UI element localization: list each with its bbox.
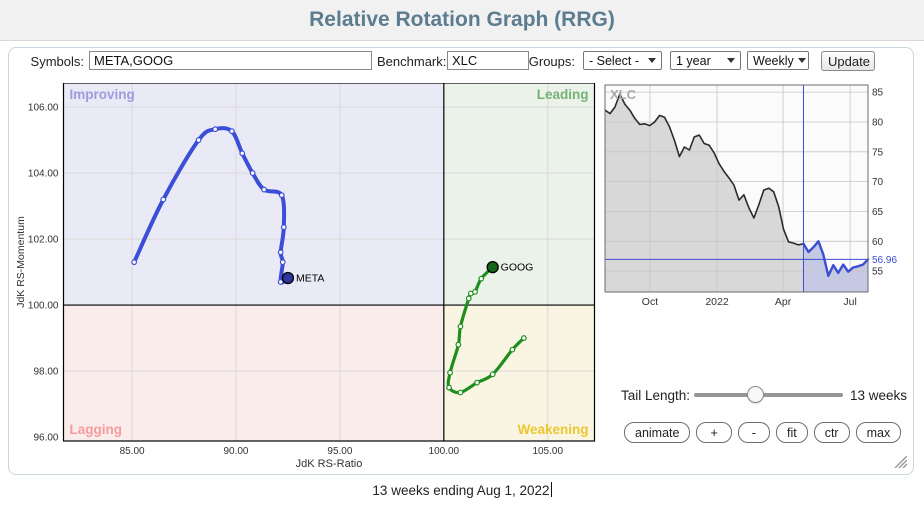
rrg-panel: Symbols: Benchmark: Groups: - Select - 1… [8, 47, 914, 475]
page-title: Relative Rotation Graph (RRG) [0, 0, 924, 40]
svg-text:Jul: Jul [843, 296, 856, 308]
symbols-input[interactable] [89, 51, 372, 70]
svg-text:80: 80 [872, 117, 884, 128]
max-button[interactable]: max [856, 422, 902, 443]
animate-button[interactable]: animate [624, 422, 690, 443]
svg-text:Apr: Apr [775, 296, 792, 308]
svg-text:55: 55 [872, 267, 884, 278]
svg-text:Leading: Leading [537, 87, 589, 102]
benchmark-mini-chart: XLC 55 60 65 70 75 80 85 56.96 Oct 2022 Apr Jul [600, 80, 898, 312]
groups-label: Groups: [523, 53, 575, 71]
svg-text:106.00: 106.00 [28, 103, 59, 114]
center-button[interactable]: ctr [814, 422, 850, 443]
svg-text:105.00: 105.00 [532, 446, 563, 457]
fit-button[interactable]: fit [776, 422, 808, 443]
tail-length-slider-thumb[interactable] [747, 386, 764, 403]
svg-text:2022: 2022 [705, 296, 729, 308]
svg-text:56.96: 56.96 [872, 255, 897, 266]
rrg-chart[interactable]: Improving Leading Lagging Weakening 85.00 90.… [14, 83, 600, 470]
svg-text:Lagging: Lagging [70, 422, 123, 437]
svg-text:100.00: 100.00 [28, 301, 59, 312]
tail-length-slider-track[interactable] [694, 393, 843, 397]
resize-handle-icon[interactable] [892, 453, 907, 468]
chevron-down-icon [727, 58, 735, 63]
svg-text:65: 65 [872, 207, 884, 218]
date-range-text: 13 weeks ending Aug 1, 2022 [372, 483, 549, 498]
svg-text:85.00: 85.00 [120, 446, 145, 457]
svg-text:70: 70 [872, 177, 884, 188]
action-button-row: animate + - fit ctr max [624, 422, 901, 443]
zoom-in-button[interactable]: + [696, 422, 731, 443]
benchmark-input[interactable] [447, 51, 529, 70]
svg-text:60: 60 [872, 237, 884, 248]
svg-text:Weakening: Weakening [517, 422, 588, 437]
frequency-select-value: Weekly [753, 54, 794, 68]
chevron-down-icon [798, 58, 806, 63]
period-select-value: 1 year [676, 54, 711, 68]
benchmark-label: Benchmark: [377, 53, 443, 71]
svg-text:Oct: Oct [642, 296, 658, 308]
date-range-caption: 13 weeks ending Aug 1, 2022 [0, 482, 924, 498]
frequency-select[interactable]: Weekly [747, 51, 809, 70]
title-bar: Relative Rotation Graph (RRG) [0, 0, 924, 41]
svg-text:JdK RS-Ratio: JdK RS-Ratio [296, 458, 363, 470]
svg-text:JdK RS-Momentum: JdK RS-Momentum [15, 216, 27, 308]
svg-text:102.00: 102.00 [28, 235, 59, 246]
tail-length-label: Tail Length: [621, 388, 690, 403]
svg-text:96.00: 96.00 [33, 433, 58, 444]
svg-text:100.00: 100.00 [429, 446, 460, 457]
rrg-chart-svg: Improving Leading Lagging Weakening 85.00 90.… [14, 83, 600, 470]
symbols-label: Symbols: [29, 53, 84, 71]
tail-length-value: 13 weeks [850, 388, 907, 403]
svg-text:95.00: 95.00 [327, 446, 352, 457]
svg-text:75: 75 [872, 147, 884, 158]
groups-select[interactable]: - Select - [583, 51, 662, 70]
svg-text:XLC: XLC [610, 87, 637, 102]
svg-text:104.00: 104.00 [28, 169, 59, 180]
rrg-app-window: Relative Rotation Graph (RRG) Symbols: B… [0, 0, 924, 510]
xlc-chart-svg: XLC 55 60 65 70 75 80 85 56.96 Oct 2022 Apr Jul [600, 80, 898, 312]
chevron-down-icon [648, 58, 656, 63]
svg-text:META: META [296, 273, 324, 285]
groups-select-value: - Select - [589, 54, 639, 68]
svg-text:98.00: 98.00 [33, 367, 58, 378]
text-cursor [551, 482, 552, 497]
zoom-out-button[interactable]: - [738, 422, 770, 443]
svg-text:Improving: Improving [70, 87, 135, 102]
svg-text:90.00: 90.00 [223, 446, 248, 457]
period-select[interactable]: 1 year [670, 51, 741, 70]
update-button[interactable]: Update [821, 51, 875, 71]
svg-text:GOOG: GOOG [501, 262, 534, 274]
svg-text:85: 85 [872, 88, 884, 99]
